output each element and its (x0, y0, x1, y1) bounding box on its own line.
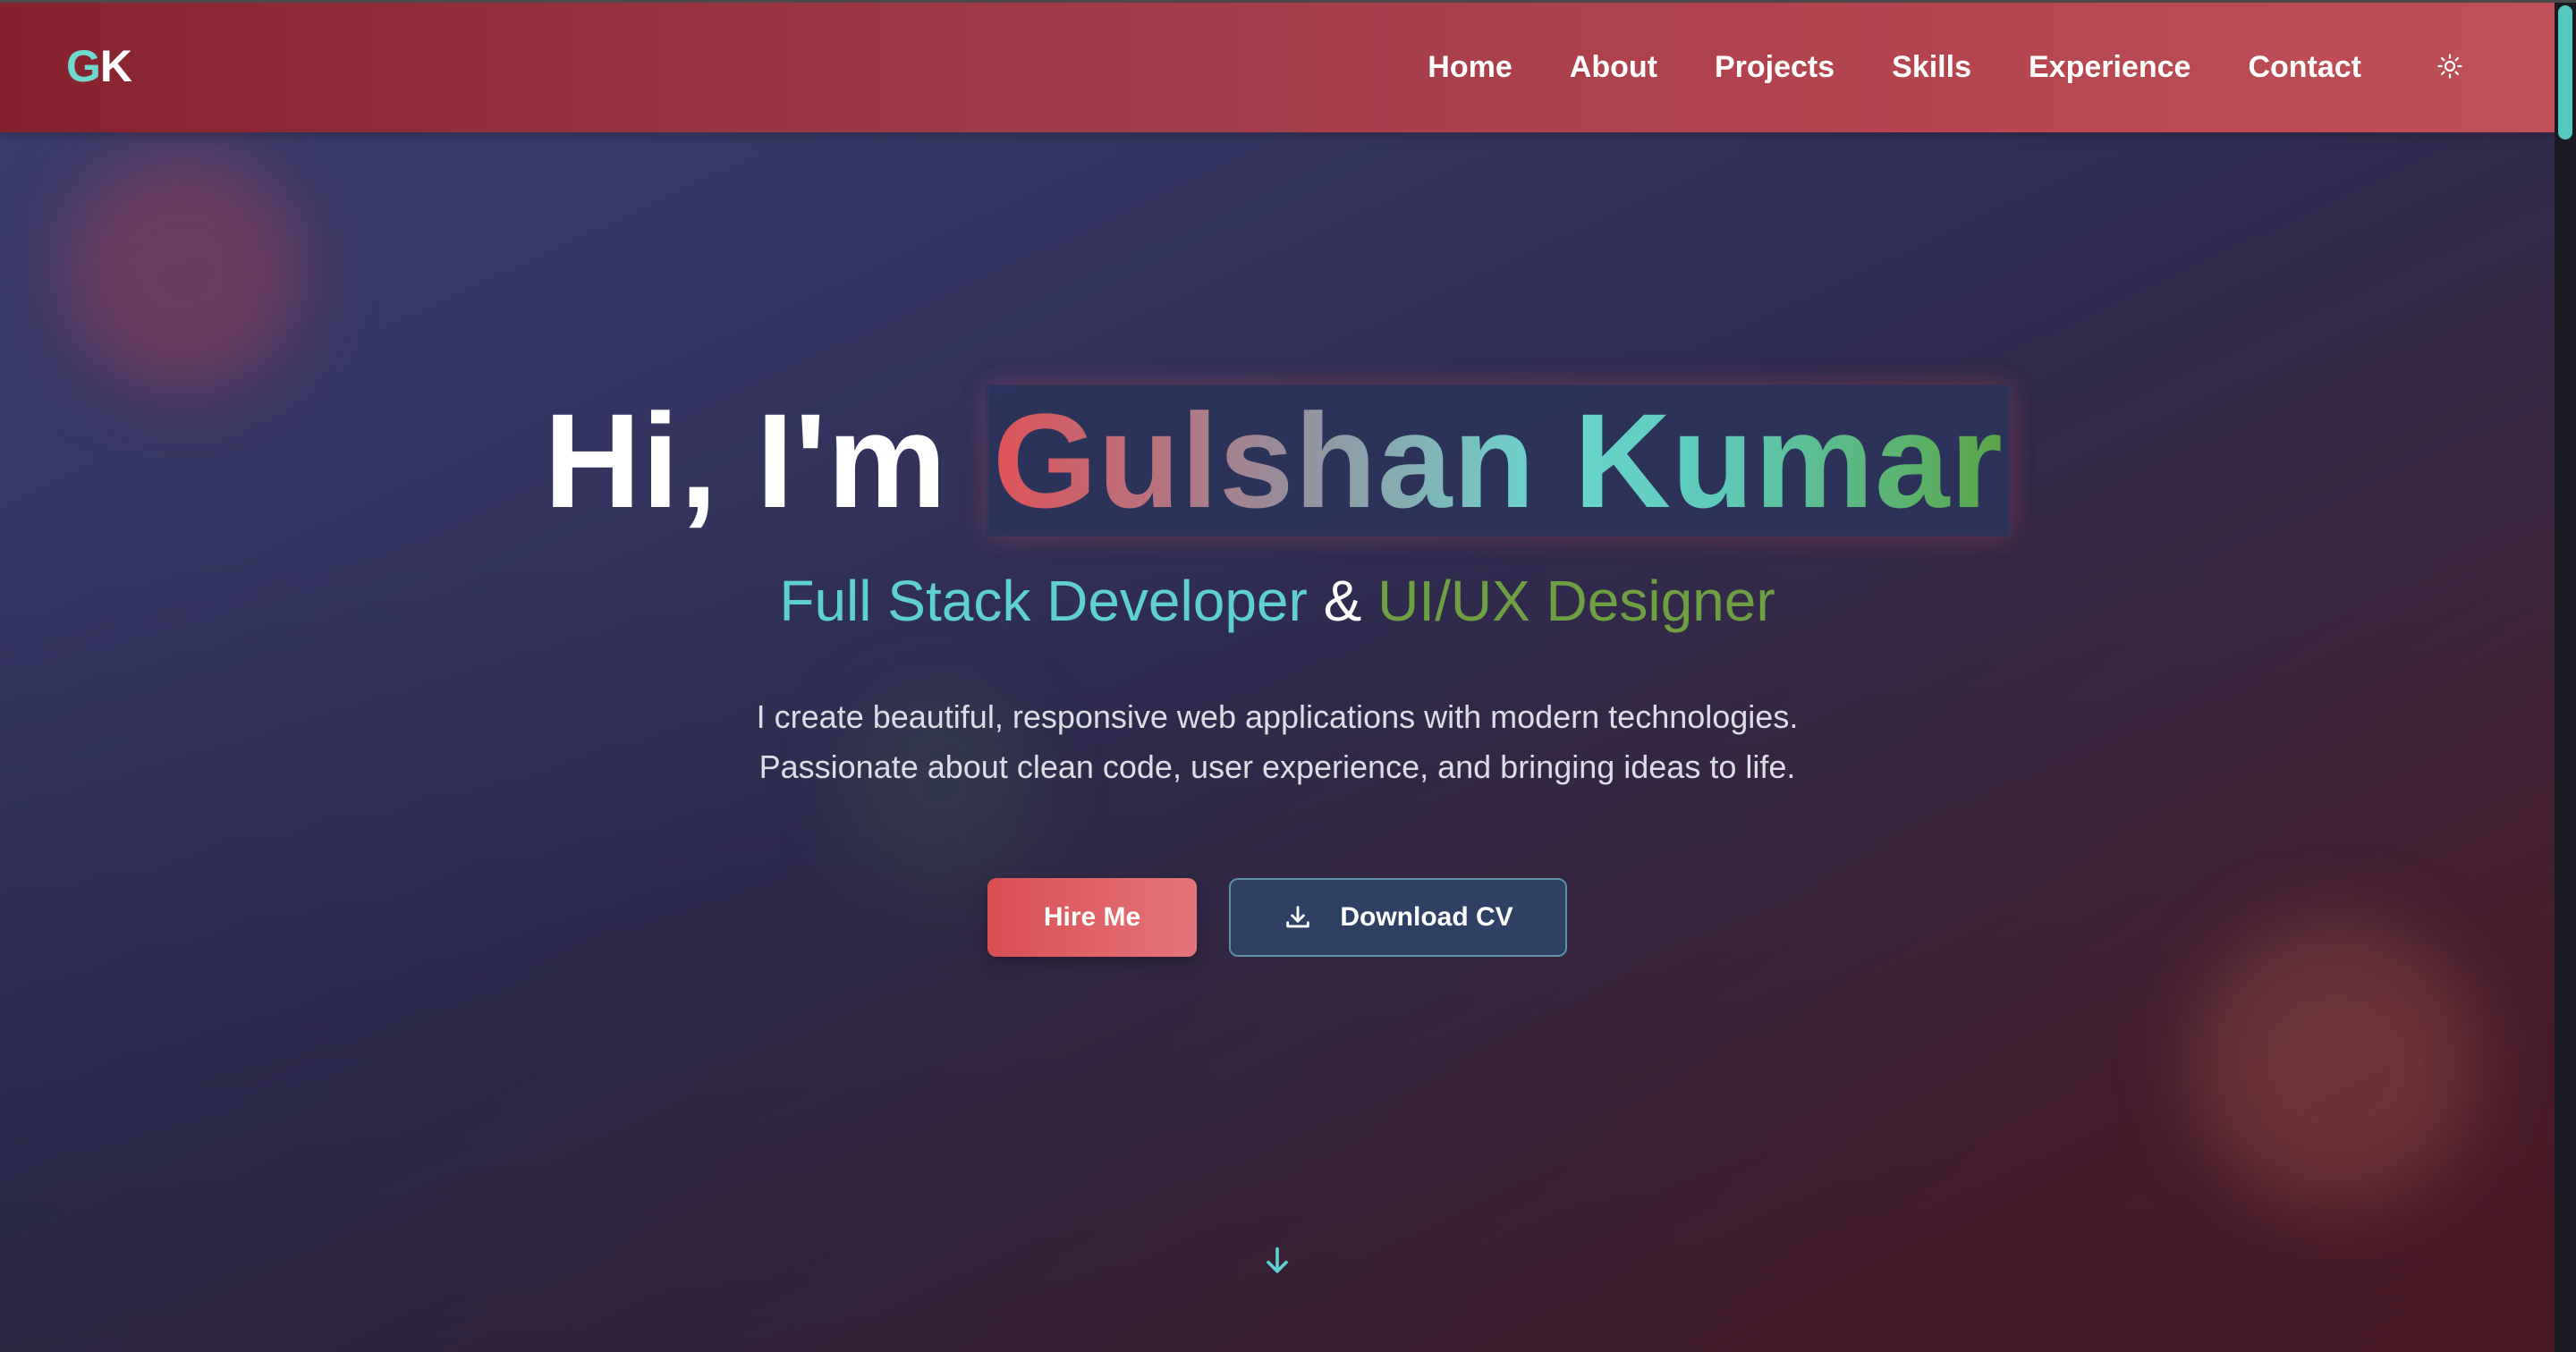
nav-link-contact[interactable]: Contact (2248, 45, 2361, 89)
theme-toggle-button[interactable] (2433, 49, 2467, 83)
logo[interactable]: GK (66, 39, 132, 93)
scrollbar-thumb[interactable] (2558, 5, 2572, 139)
nav-link-skills[interactable]: Skills (1892, 45, 1971, 89)
hero-actions: Hire Me Download CV (0, 878, 2555, 957)
scrollbar[interactable] (2555, 0, 2576, 1352)
nav-link-projects[interactable]: Projects (1715, 45, 1835, 89)
hero-subtitle: Full Stack Developer & UI/UX Designer (0, 565, 2555, 637)
subtitle-ampersand: & (1307, 569, 1378, 633)
arrow-down-icon (1267, 1246, 1288, 1273)
download-icon (1286, 906, 1310, 928)
window-top-border (0, 0, 2576, 3)
nav-link-about[interactable]: About (1570, 45, 1657, 89)
hero-name: Gulshan Kumar (989, 385, 2007, 536)
download-cv-button[interactable]: Download CV (1229, 878, 1567, 957)
logo-letter-g: G (66, 41, 101, 91)
hero-name-highlight: Gulshan Kumar (985, 384, 2011, 537)
hero-section: Hi, I'm Gulshan Kumar Full Stack Develop… (0, 132, 2555, 1352)
nav-link-home[interactable]: Home (1428, 45, 1512, 89)
hero-greeting: Hi, I'm (544, 385, 986, 536)
subtitle-role-developer: Full Stack Developer (779, 569, 1308, 633)
hire-me-button[interactable]: Hire Me (987, 878, 1197, 957)
scroll-down-button[interactable] (1258, 1241, 1297, 1280)
sun-icon (2437, 54, 2462, 79)
hero-description-line: I create beautiful, responsive web appli… (756, 698, 1799, 735)
hero-description: I create beautiful, responsive web appli… (0, 692, 2555, 792)
download-cv-label: Download CV (1340, 902, 1513, 932)
hero-title: Hi, I'm Gulshan Kumar (0, 384, 2555, 537)
hero-description-line: Passionate about clean code, user experi… (758, 748, 1796, 785)
main-nav: Home About Projects Skills Experience Co… (1428, 45, 2361, 89)
subtitle-role-designer: UI/UX Designer (1377, 569, 1775, 633)
nav-link-experience[interactable]: Experience (2029, 45, 2190, 89)
logo-letter-k: K (99, 41, 132, 91)
navbar: GK Home About Projects Skills Experience… (0, 0, 2555, 132)
